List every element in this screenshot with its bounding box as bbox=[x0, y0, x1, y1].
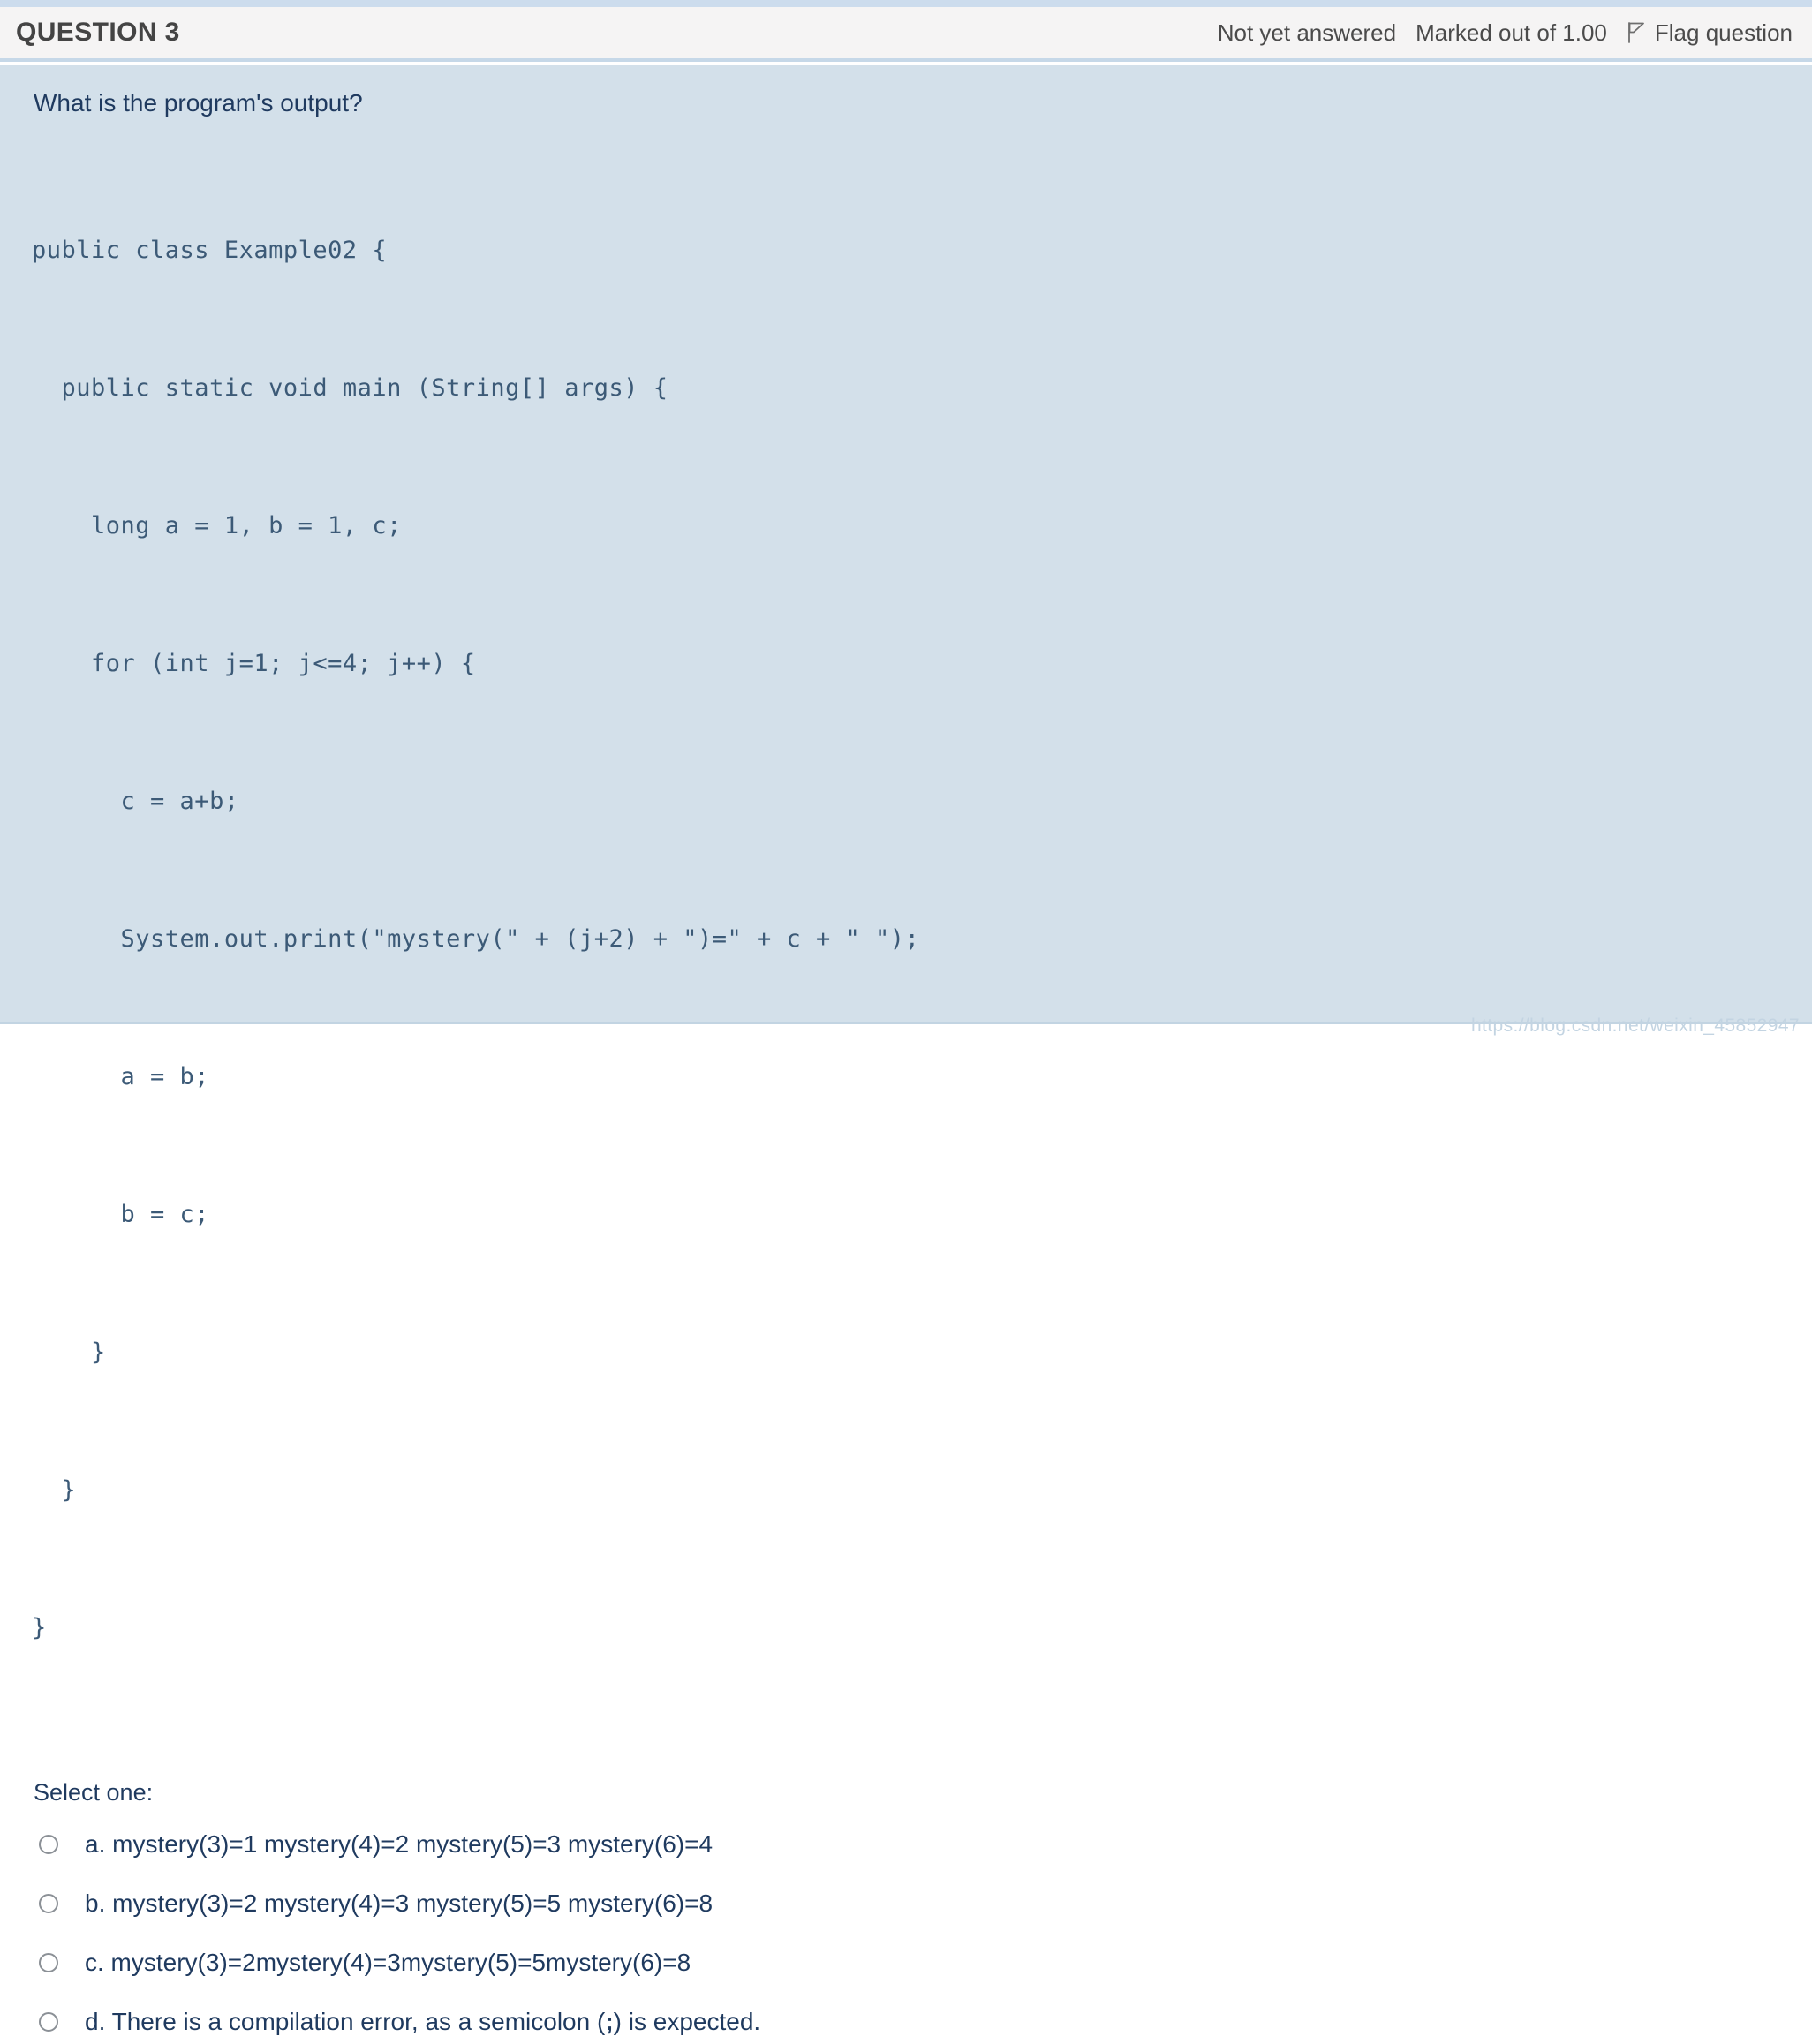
option-b-label: b. mystery(3)=2 mystery(4)=3 mystery(5)=… bbox=[85, 1889, 713, 1919]
question-prompt: What is the program's output? bbox=[34, 88, 1812, 118]
option-a[interactable]: a. mystery(3)=1 mystery(4)=2 mystery(5)=… bbox=[32, 1822, 1812, 1867]
select-one-label: Select one: bbox=[34, 1778, 1812, 1806]
radio-option-c[interactable] bbox=[39, 1953, 58, 1972]
flag-question-label: Flag question bbox=[1655, 21, 1793, 44]
code-line: c = a+b; bbox=[32, 779, 1812, 825]
flag-question-button[interactable]: Flag question bbox=[1627, 21, 1793, 44]
radio-option-d[interactable] bbox=[39, 2012, 58, 2032]
watermark: https://blog.csdn.net/weixin_45852947 bbox=[1471, 1015, 1800, 1037]
top-strip bbox=[0, 0, 1812, 7]
code-line: a = b; bbox=[32, 1054, 1812, 1100]
option-d-semicolon: ; bbox=[605, 2008, 613, 2035]
option-b[interactable]: b. mystery(3)=2 mystery(4)=3 mystery(5)=… bbox=[32, 1882, 1812, 1926]
page-title: QUESTION 3 bbox=[16, 19, 180, 46]
answer-options: a. mystery(3)=1 mystery(4)=2 mystery(5)=… bbox=[32, 1822, 1812, 2044]
answer-status: Not yet answered bbox=[1218, 21, 1396, 44]
option-c[interactable]: c. mystery(3)=2mystery(4)=3mystery(5)=5m… bbox=[32, 1941, 1812, 1985]
radio-option-a[interactable] bbox=[39, 1835, 58, 1854]
radio-option-b[interactable] bbox=[39, 1894, 58, 1913]
code-block: public class Example02 { public static v… bbox=[32, 136, 1812, 1743]
option-a-label: a. mystery(3)=1 mystery(4)=2 mystery(5)=… bbox=[85, 1829, 713, 1859]
option-d[interactable]: d. There is a compilation error, as a se… bbox=[32, 2000, 1812, 2044]
code-line: } bbox=[32, 1467, 1812, 1513]
code-line: b = c; bbox=[32, 1192, 1812, 1238]
flag-outline-icon bbox=[1627, 21, 1646, 44]
code-line: public class Example02 { bbox=[32, 228, 1812, 274]
option-d-text-before: d. There is a compilation error, as a se… bbox=[85, 2008, 605, 2035]
question-body: What is the program's output? public cla… bbox=[0, 65, 1812, 1024]
code-line: long a = 1, b = 1, c; bbox=[32, 503, 1812, 549]
code-line: System.out.print("mystery(" + (j+2) + ")… bbox=[32, 916, 1812, 962]
code-line: for (int j=1; j<=4; j++) { bbox=[32, 641, 1812, 687]
option-d-text-after: ) is expected. bbox=[614, 2008, 761, 2035]
code-line: } bbox=[32, 1330, 1812, 1376]
option-d-label: d. There is a compilation error, as a se… bbox=[85, 2007, 760, 2037]
option-c-label: c. mystery(3)=2mystery(4)=3mystery(5)=5m… bbox=[85, 1948, 691, 1978]
code-line: public static void main (String[] args) … bbox=[32, 366, 1812, 411]
question-meta: Not yet answered Marked out of 1.00 Flag… bbox=[1218, 21, 1793, 44]
question-header: QUESTION 3 Not yet answered Marked out o… bbox=[0, 7, 1812, 62]
question-page: QUESTION 3 Not yet answered Marked out o… bbox=[0, 0, 1812, 1044]
marks-label: Marked out of 1.00 bbox=[1416, 21, 1607, 44]
code-line: } bbox=[32, 1605, 1812, 1651]
